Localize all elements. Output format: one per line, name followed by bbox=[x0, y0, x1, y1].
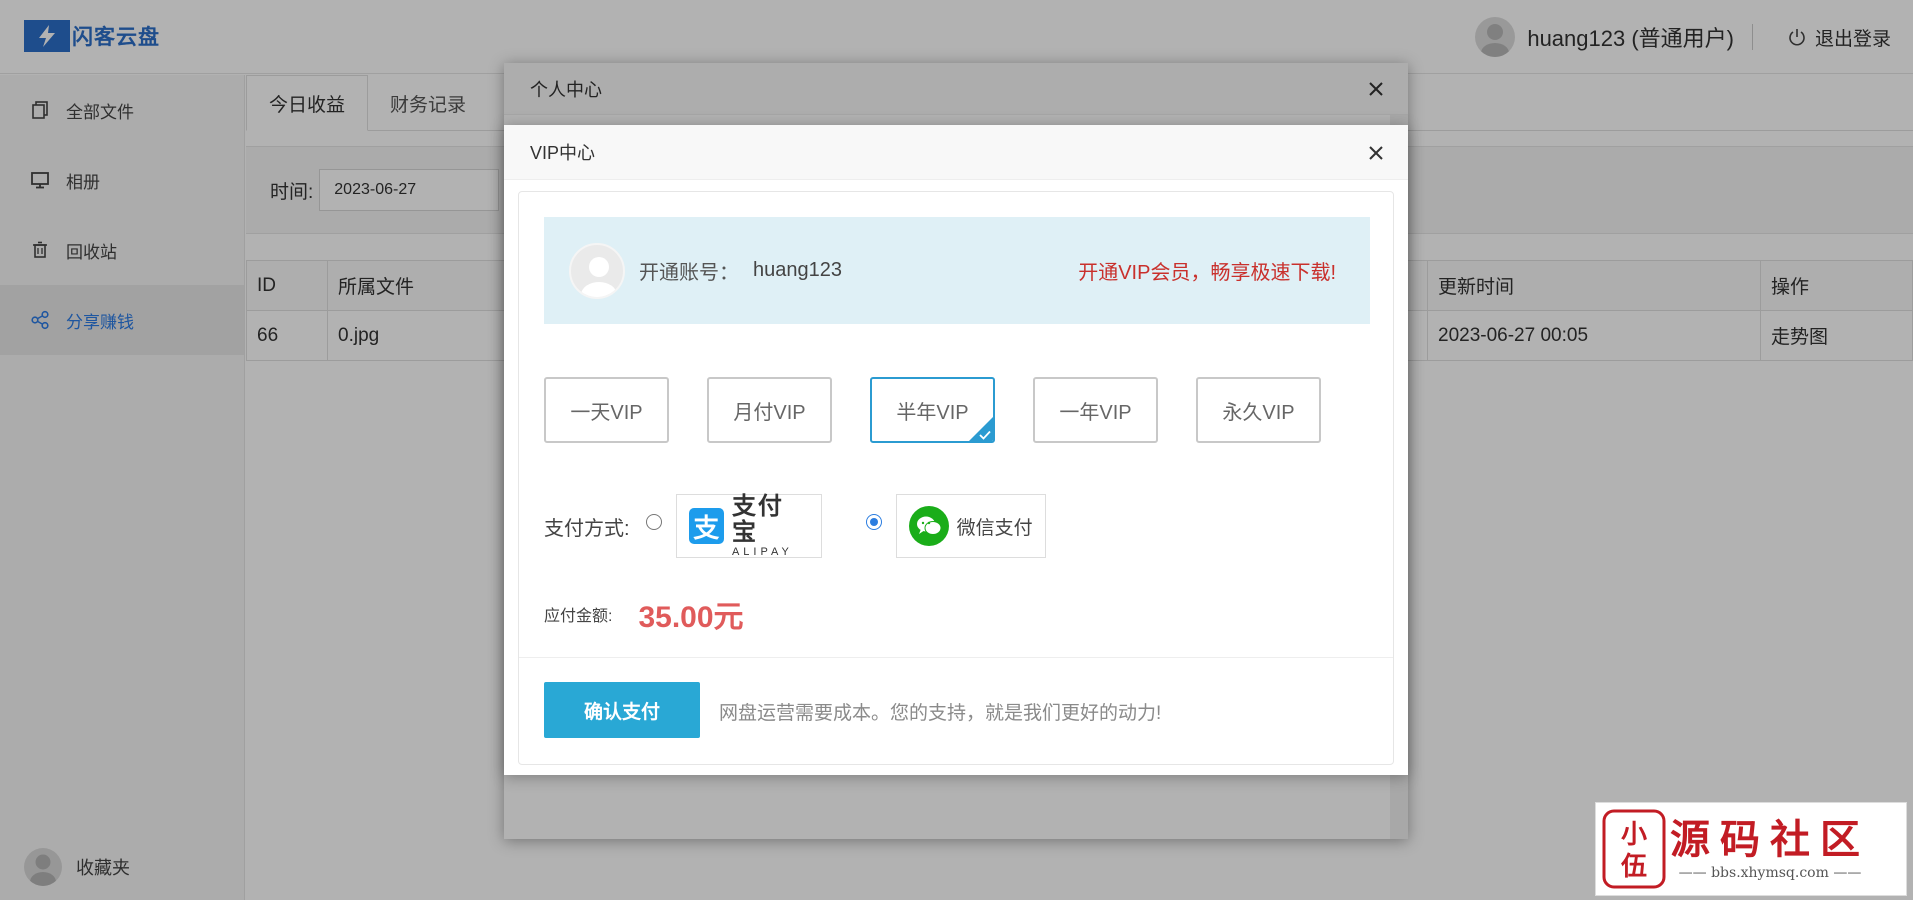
plan-option-lifetime[interactable]: 永久VIP bbox=[1196, 377, 1321, 443]
dialog-title: VIP中心 bbox=[530, 143, 596, 163]
watermark-title: 源码社区 bbox=[1670, 817, 1870, 863]
support-note: 网盘运营需要成本。您的支持，就是我们更好的动力! bbox=[719, 703, 1162, 724]
alipay-option[interactable]: 支 支付宝 ALIPAY bbox=[675, 493, 822, 559]
vip-panel: 开通账号： huang123 开通VIP会员，畅享极速下载! 一天VIP 月付V… bbox=[518, 191, 1394, 765]
svg-text:小: 小 bbox=[1621, 820, 1647, 850]
account-banner: 开通账号： huang123 开通VIP会员，畅享极速下载! bbox=[544, 217, 1370, 324]
account-name: huang123 bbox=[753, 259, 842, 281]
plan-option-half-year[interactable]: 半年VIP bbox=[870, 377, 995, 443]
watermark-url: —— bbs.xhymsq.com —— bbox=[1678, 865, 1862, 881]
alipay-logo-subtext: ALIPAY bbox=[731, 546, 793, 558]
plan-option-one-year[interactable]: 一年VIP bbox=[1033, 377, 1158, 443]
plan-option-monthly[interactable]: 月付VIP bbox=[707, 377, 832, 443]
dialog-header: VIP中心 bbox=[504, 125, 1408, 180]
alipay-icon: 支 bbox=[688, 508, 724, 544]
plan-option-one-day[interactable]: 一天VIP bbox=[544, 377, 669, 443]
avatar bbox=[569, 242, 625, 299]
vip-center-dialog: VIP中心 开通账号： huang123 开通VIP会员，畅享极速下载! 一天V… bbox=[504, 125, 1408, 775]
amount-label: 应付金额: bbox=[544, 608, 613, 625]
wechat-pay-option[interactable]: 微信支付 bbox=[895, 494, 1046, 558]
confirm-payment-button[interactable]: 确认支付 bbox=[544, 682, 700, 738]
amount-row: 应付金额: 35.00元 bbox=[544, 592, 744, 636]
divider bbox=[519, 657, 1393, 658]
payment-method-row: 支付方式: 支 支付宝 ALIPAY 微信支付 bbox=[544, 494, 1090, 558]
alipay-logo: 支付宝 ALIPAY bbox=[731, 493, 809, 559]
vip-plan-options: 一天VIP 月付VIP 半年VIP 一年VIP 永久VIP bbox=[544, 377, 1359, 443]
payment-method-label: 支付方式: bbox=[544, 517, 630, 540]
wechat-pay-label: 微信支付 bbox=[956, 517, 1033, 539]
vip-promo-text: 开通VIP会员，畅享极速下载! bbox=[1078, 262, 1336, 284]
amount-value: 35.00元 bbox=[638, 601, 744, 634]
watermark-text: 源码社区 —— bbs.xhymsq.com —— bbox=[1670, 817, 1870, 881]
seal-logo: 小 伍 bbox=[1602, 809, 1666, 889]
alipay-radio[interactable] bbox=[645, 514, 662, 530]
site-watermark: 小 伍 源码社区 —— bbs.xhymsq.com —— bbox=[1595, 802, 1907, 896]
plan-label: 半年VIP bbox=[896, 401, 969, 424]
close-icon[interactable] bbox=[1364, 141, 1388, 165]
wechat-icon bbox=[908, 506, 949, 546]
check-icon bbox=[979, 430, 991, 440]
account-label: 开通账号： bbox=[639, 262, 739, 284]
wechat-radio[interactable] bbox=[865, 514, 882, 530]
alipay-logo-text: 支付宝 bbox=[731, 493, 784, 546]
svg-text:伍: 伍 bbox=[1621, 852, 1647, 882]
